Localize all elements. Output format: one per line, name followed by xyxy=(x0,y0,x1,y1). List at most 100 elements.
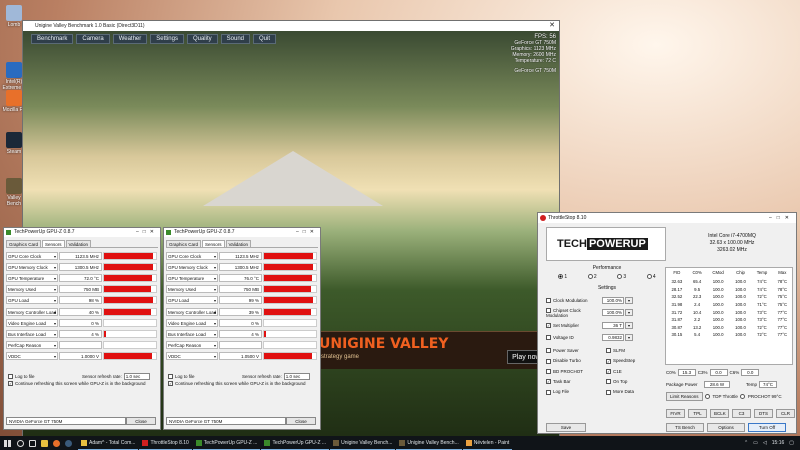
sensor-label[interactable]: Memory Used xyxy=(6,285,58,294)
gpu-select[interactable]: NVIDIA GeForce GT 750M xyxy=(6,417,126,425)
valley-menu-weather[interactable]: Weather xyxy=(112,34,148,44)
turn-off-button[interactable]: Turn Off xyxy=(748,423,786,432)
setting-name[interactable]: Chipset Clock Modulation xyxy=(546,308,602,318)
valley-menu-benchmark[interactable]: Benchmark xyxy=(31,34,74,44)
profile-radio[interactable] xyxy=(617,274,623,280)
setting-name[interactable]: Clock Modulation xyxy=(546,298,602,303)
clock[interactable]: 15:16 xyxy=(772,440,785,446)
gpu-select[interactable]: NVIDIA GeForce GT 750M xyxy=(166,417,286,425)
setting-value[interactable]: 100.0% xyxy=(602,309,624,317)
option-bd-prochot[interactable]: BD PROCHOT xyxy=(546,369,606,374)
setting-name[interactable]: ✓ Set Multiplier xyxy=(546,323,602,328)
sensor-label[interactable]: GPU Temperature xyxy=(166,273,218,282)
taskbar-search[interactable] xyxy=(14,436,26,450)
gpuz-titlebar[interactable]: TechPowerUp GPU-Z 0.8.7 –□✕ xyxy=(4,228,160,237)
taskbar-task[interactable]: TechPowerUp GPU-Z ... xyxy=(192,436,261,450)
taskbar-task[interactable]: TechPowerUp GPU-Z ... xyxy=(261,436,330,450)
volume-icon[interactable]: ◁ xyxy=(763,440,767,446)
option-checkbox[interactable] xyxy=(546,358,551,364)
option-task-bar[interactable]: ✓ Task Bar xyxy=(546,379,606,385)
refresh-rate-select[interactable]: 1.0 sec xyxy=(283,373,310,380)
sensor-label[interactable]: GPU Temperature xyxy=(6,273,58,282)
log-to-file-checkbox[interactable] xyxy=(168,374,173,380)
option-checkbox[interactable] xyxy=(606,389,611,395)
pinned-firefox[interactable] xyxy=(50,436,62,450)
start-button[interactable] xyxy=(0,436,14,450)
gpuz-window-left[interactable]: TechPowerUp GPU-Z 0.8.7 –□✕ Graphics Card S… xyxy=(3,227,161,430)
setting-dropdown-icon[interactable]: ▾ xyxy=(625,321,633,329)
gpuz-window-right[interactable]: TechPowerUp GPU-Z 0.8.7 –□✕ Graphics Card S… xyxy=(163,227,321,430)
option-on-top[interactable]: On Top xyxy=(606,379,666,385)
tab-sensors[interactable]: Sensors xyxy=(202,240,225,247)
option-checkbox[interactable]: ✓ xyxy=(546,379,551,385)
continue-refresh-option[interactable]: ✓ Continue refreshing this screen while G… xyxy=(168,380,306,387)
sensor-label[interactable]: GPU Load xyxy=(166,296,218,305)
option-checkbox[interactable] xyxy=(546,368,551,374)
tab-validation[interactable]: Validation xyxy=(225,240,251,247)
window-controls[interactable]: –□✕ xyxy=(136,228,158,237)
fivr-button[interactable]: FIVR xyxy=(666,409,685,418)
option-checkbox[interactable] xyxy=(606,348,611,354)
sensor-label[interactable]: GPU Memory Clock xyxy=(166,262,218,271)
setting-checkbox[interactable]: ✓ xyxy=(546,322,551,328)
setting-checkbox[interactable] xyxy=(546,335,551,341)
profile-option[interactable]: 3 xyxy=(617,274,626,280)
setting-value[interactable]: 36 T xyxy=(602,321,624,329)
notifications-icon[interactable]: ▢ xyxy=(789,440,794,446)
sensor-label[interactable]: Video Engine Load xyxy=(6,318,58,327)
ad-banner[interactable]: UNIGINE VALLEY strategy game Play now ▸ xyxy=(313,331,559,369)
option-checkbox[interactable] xyxy=(606,379,611,385)
setting-name[interactable]: Voltage ID xyxy=(546,335,602,341)
sensor-label[interactable]: GPU Core Clock xyxy=(166,251,218,260)
tab-sensors[interactable]: Sensors xyxy=(42,240,65,247)
throttlestop-window[interactable]: ThrottleStop 8.10 –□✕ TECH POWERUP Intel … xyxy=(537,212,797,434)
valley-menu-settings[interactable]: Settings xyxy=(150,34,184,44)
option-c1e[interactable]: ✓ C1E xyxy=(606,369,666,374)
refresh-rate-select[interactable]: 1.0 sec xyxy=(123,373,150,380)
throttlestop-titlebar[interactable]: ThrottleStop 8.10 –□✕ xyxy=(538,213,796,223)
sensor-label[interactable]: Memory Controller Load xyxy=(166,307,218,316)
tab-validation[interactable]: Validation xyxy=(65,240,91,247)
valley-menu-quit[interactable]: Quit xyxy=(253,34,277,44)
setting-checkbox[interactable] xyxy=(546,297,551,303)
option-checkbox[interactable] xyxy=(546,389,551,395)
chevron-up-icon[interactable]: ⌃ xyxy=(744,440,748,446)
sensor-label[interactable]: VDDC xyxy=(166,352,218,361)
continue-refresh-option[interactable]: ✓ Continue refreshing this screen while G… xyxy=(8,380,146,387)
sensor-label[interactable]: Memory Used xyxy=(166,285,218,294)
clr-button[interactable]: CLR xyxy=(776,409,795,418)
profile-radio[interactable] xyxy=(646,274,652,280)
sensor-label[interactable]: VDDC xyxy=(6,352,58,361)
sensor-label[interactable]: GPU Core Clock xyxy=(6,251,58,260)
taskbar-task[interactable]: ThrottleStop 8.10 xyxy=(139,436,192,450)
setting-dropdown-icon[interactable]: ▾ xyxy=(625,296,633,304)
valley-menu-camera[interactable]: Camera xyxy=(76,34,110,44)
valley-menu-quality[interactable]: Quality xyxy=(186,34,218,44)
option-power-saver[interactable]: Power Saver xyxy=(546,348,606,354)
profile-option[interactable]: 1 xyxy=(558,274,567,280)
task-view-button[interactable] xyxy=(26,436,38,450)
window-controls[interactable]: –□✕ xyxy=(296,228,318,237)
taskbar-task[interactable]: Unigine Valley Bench... xyxy=(396,436,462,450)
setting-dropdown-icon[interactable]: ▾ xyxy=(625,334,633,342)
taskbar-task[interactable]: Adam^ - Total Com... xyxy=(78,436,139,450)
sensor-label[interactable]: Video Engine Load xyxy=(166,318,218,327)
option-checkbox[interactable]: ✓ xyxy=(606,368,611,374)
c3-button[interactable]: C3 xyxy=(732,409,751,418)
window-controls[interactable]: –□✕ xyxy=(769,213,794,223)
sensor-label[interactable]: PerfCap Reason xyxy=(166,341,218,350)
save-button[interactable]: Save xyxy=(546,423,586,432)
tpl-button[interactable]: TPL xyxy=(688,409,707,418)
dts-button[interactable]: DTS xyxy=(754,409,773,418)
pinned-explorer[interactable] xyxy=(38,436,50,450)
option-disable-turbo[interactable]: Disable Turbo xyxy=(546,358,606,364)
sensor-label[interactable]: PerfCap Reason xyxy=(6,341,58,350)
close-icon[interactable]: ✕ xyxy=(549,21,555,31)
option-more-data[interactable]: More Data xyxy=(606,389,666,395)
option-checkbox[interactable] xyxy=(546,348,551,354)
profile-radio[interactable] xyxy=(558,274,564,280)
options-button[interactable]: Options xyxy=(707,423,745,432)
continue-refresh-checkbox[interactable]: ✓ xyxy=(8,381,13,387)
network-icon[interactable]: ▭ xyxy=(753,440,758,446)
bclk-button[interactable]: BCLK xyxy=(710,409,729,418)
